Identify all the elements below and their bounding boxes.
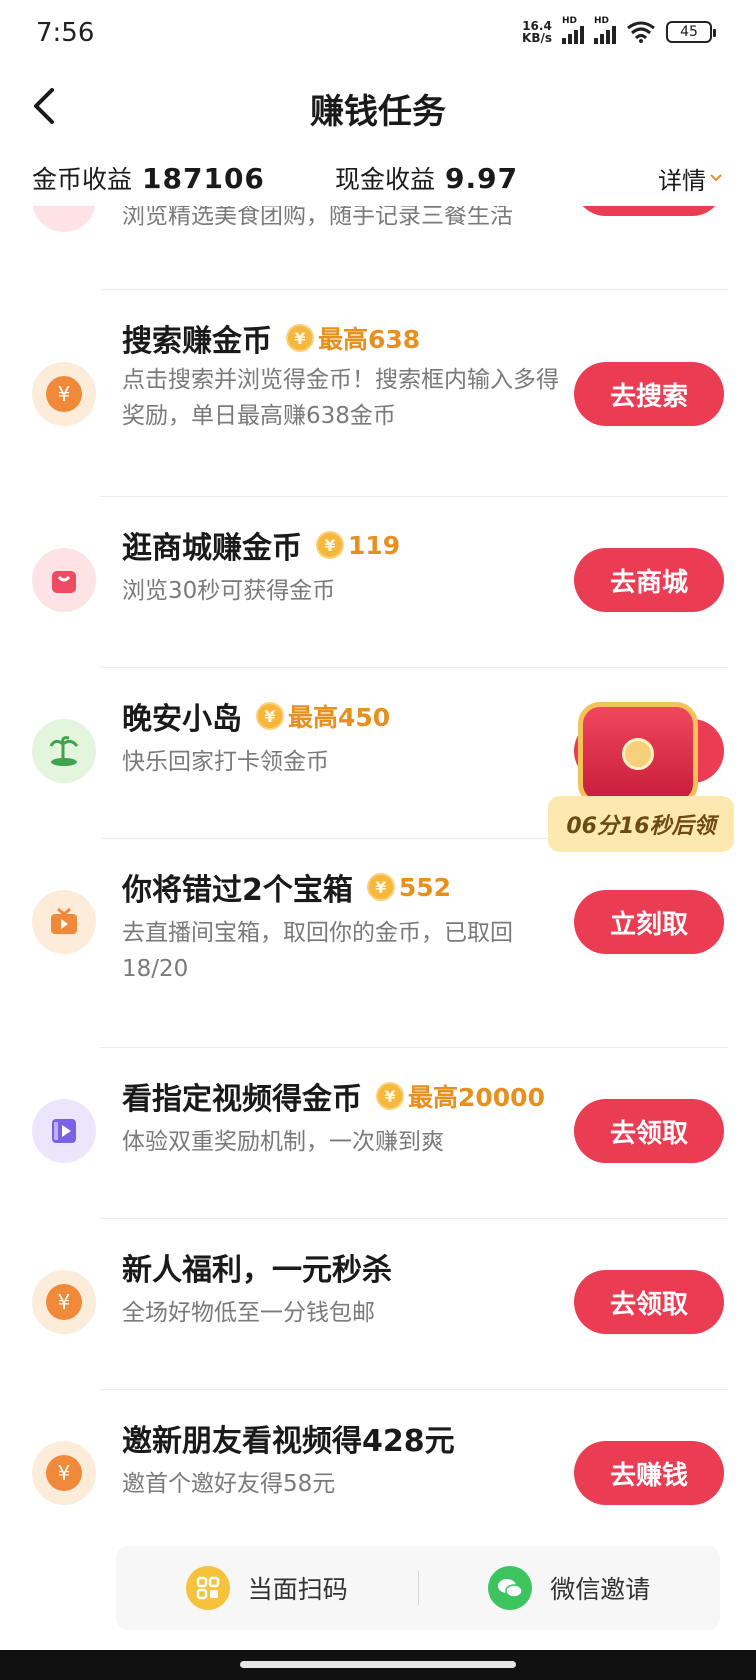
qr-code-icon bbox=[185, 1566, 230, 1610]
coin-icon: ¥ bbox=[286, 324, 314, 352]
search-button[interactable]: 去搜索 bbox=[574, 362, 724, 426]
coin-icon: ¥ bbox=[256, 702, 284, 730]
task-description: 浏览精选美食团购，随手记录三餐生活 bbox=[122, 206, 513, 229]
reward-amount: 最高20000 bbox=[408, 1083, 545, 1112]
task-title: 你将错过2个宝箱 bbox=[122, 873, 353, 908]
page-title: 赚钱任务 bbox=[310, 92, 446, 132]
task-title-row: 你将错过2个宝箱 ¥552 bbox=[122, 865, 451, 909]
earnings-summary: 金币收益 187106 现金收益 9.97 详情 bbox=[0, 150, 756, 206]
yuan-coin-icon: ¥ bbox=[32, 362, 96, 426]
details-link[interactable]: 详情 bbox=[658, 161, 722, 196]
wechat-invite-label: 微信邀请 bbox=[550, 1575, 651, 1604]
status-icons: 16.4 KB/s HD HD 45 bbox=[522, 16, 716, 44]
wechat-invite-button[interactable]: 微信邀请 bbox=[419, 1566, 721, 1610]
task-description: 全场好物低至一分钱包邮 bbox=[122, 1300, 375, 1326]
home-indicator[interactable] bbox=[240, 1661, 516, 1668]
cash-earnings-label: 现金收益 bbox=[335, 165, 436, 194]
task-description: 去直播间宝箱，取回你的金币，已取回18/20 bbox=[122, 920, 513, 982]
task-description: 体验双重奖励机制，一次赚到爽 bbox=[122, 1129, 444, 1155]
treasure-chest-widget[interactable]: 06分16秒后领 bbox=[548, 702, 734, 858]
yuan-coin-icon: ¥ bbox=[32, 1270, 96, 1334]
reward-badge: ¥ 最高450 bbox=[256, 698, 390, 734]
shopping-bag-icon bbox=[32, 548, 96, 612]
invite-bar: 当面扫码 微信邀请 bbox=[116, 1546, 720, 1630]
task-item-video: 看指定视频得金币 ¥ 最高20000 体验双重奖励机制，一次赚到爽 去领取 bbox=[0, 1048, 756, 1218]
task-list: 浏览精选美食团购，随手记录三餐生活 ¥ 搜索赚金币 ¥ 最高638 点击搜索并浏览… bbox=[0, 206, 756, 1546]
food-icon bbox=[32, 206, 96, 232]
coin-icon: ¥ bbox=[366, 873, 395, 901]
claim-now-button[interactable]: 立刻取 bbox=[574, 890, 724, 954]
reward-amount: 最高638 bbox=[318, 325, 421, 354]
task-item-partial: 浏览精选美食团购，随手记录三餐生活 bbox=[0, 206, 756, 276]
task-title: 新人福利，一元秒杀 bbox=[122, 1253, 392, 1288]
network-speed-unit: KB/s bbox=[522, 31, 552, 45]
task-item-mall: 逛商城赚金币 ¥119 浏览30秒可获得金币 去商城 bbox=[0, 497, 756, 667]
details-label: 详情 bbox=[658, 166, 706, 195]
task-description: 快乐回家打卡领金币 bbox=[122, 749, 329, 775]
task-title-row: 搜索赚金币 ¥ 最高638 bbox=[122, 316, 420, 360]
task-item-search: ¥ 搜索赚金币 ¥ 最高638 点击搜索并浏览得金币！搜索框内输入多得奖励，单日最… bbox=[0, 290, 756, 496]
cash-earnings-value: 9.97 bbox=[445, 162, 519, 195]
signal-icon: HD bbox=[562, 16, 584, 44]
reward-badge: ¥552 bbox=[366, 872, 452, 902]
task-item-invite: ¥ 邀新朋友看视频得428元 邀首个邀好友得58元 去赚钱 bbox=[0, 1390, 756, 1546]
chest-timer: 06分16秒后领 bbox=[548, 796, 734, 852]
status-bar: 7:56 16.4 KB/s HD HD 45 bbox=[0, 0, 756, 70]
reward-amount: 552 bbox=[398, 872, 452, 902]
reward-badge: ¥ 最高20000 bbox=[376, 1078, 545, 1114]
task-title: 看指定视频得金币 bbox=[122, 1082, 362, 1117]
task-title: 逛商城赚金币 bbox=[122, 531, 302, 566]
signal-icon: HD bbox=[594, 16, 616, 44]
status-time: 7:56 bbox=[36, 18, 95, 48]
video-icon bbox=[32, 1099, 96, 1163]
task-title-row: 看指定视频得金币 ¥ 最高20000 bbox=[122, 1074, 545, 1118]
hd-label: HD bbox=[562, 16, 578, 26]
wifi-icon bbox=[627, 21, 655, 43]
header: 赚钱任务 bbox=[0, 70, 756, 144]
task-title-row: 晚安小岛 ¥ 最高450 bbox=[122, 694, 390, 738]
reward-amount: 最高450 bbox=[288, 703, 391, 732]
task-description: 邀首个邀好友得58元 bbox=[122, 1471, 336, 1497]
scan-qr-button[interactable]: 当面扫码 bbox=[116, 1566, 418, 1610]
gold-earnings-label: 金币收益 bbox=[32, 165, 133, 194]
chevron-down-icon bbox=[710, 174, 722, 182]
reward-badge: ¥119 bbox=[316, 531, 400, 560]
gold-earnings: 金币收益 187106 bbox=[32, 160, 265, 196]
earn-money-button[interactable]: 去赚钱 bbox=[574, 1441, 724, 1505]
reward-amount: 119 bbox=[348, 530, 401, 560]
task-title-row: 新人福利，一元秒杀 bbox=[122, 1245, 392, 1289]
battery-icon: 45 bbox=[666, 21, 716, 43]
claim-button[interactable]: 去领取 bbox=[574, 1099, 724, 1163]
task-description: 浏览30秒可获得金币 bbox=[122, 578, 336, 604]
wechat-icon bbox=[488, 1566, 533, 1610]
task-title: 搜索赚金币 bbox=[122, 324, 272, 359]
task-item-newcomer: ¥ 新人福利，一元秒杀 全场好物低至一分钱包邮 去领取 bbox=[0, 1219, 756, 1389]
network-speed: 16.4 KB/s bbox=[522, 20, 552, 44]
coin-icon: ¥ bbox=[376, 1082, 404, 1110]
task-title-row: 邀新朋友看视频得428元 bbox=[122, 1416, 455, 1460]
coin-icon: ¥ bbox=[316, 531, 344, 559]
island-icon bbox=[32, 719, 96, 783]
task-title-row: 逛商城赚金币 ¥119 bbox=[122, 523, 400, 567]
task-item-chests: 你将错过2个宝箱 ¥552 去直播间宝箱，取回你的金币，已取回18/20 立刻取 bbox=[0, 839, 756, 1047]
hd-label: HD bbox=[594, 16, 610, 26]
yuan-coin-icon: ¥ bbox=[32, 1441, 96, 1505]
reward-badge: ¥ 最高638 bbox=[286, 320, 420, 356]
tv-icon bbox=[32, 890, 96, 954]
cash-earnings: 现金收益 9.97 bbox=[335, 160, 518, 196]
gold-earnings-value: 187106 bbox=[142, 162, 265, 195]
mall-button[interactable]: 去商城 bbox=[574, 548, 724, 612]
task-title: 晚安小岛 bbox=[122, 702, 242, 737]
claim-button[interactable]: 去领取 bbox=[574, 1270, 724, 1334]
task-title: 邀新朋友看视频得428元 bbox=[122, 1424, 455, 1459]
task-description: 点击搜索并浏览得金币！搜索框内输入多得奖励，单日最高赚638金币 bbox=[122, 367, 559, 429]
scan-qr-label: 当面扫码 bbox=[247, 1575, 348, 1604]
chest-lock-icon bbox=[622, 738, 654, 770]
task-button[interactable] bbox=[574, 206, 724, 216]
